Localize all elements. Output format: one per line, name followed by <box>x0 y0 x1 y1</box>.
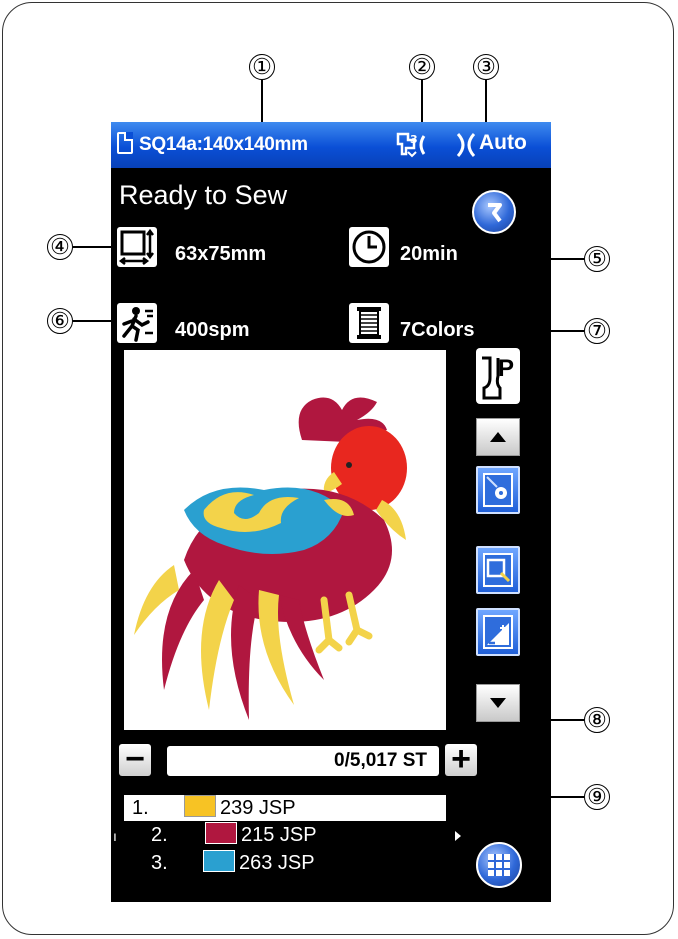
title-bar: SQ14a:140x140mm 3 Auto <box>111 122 551 168</box>
callout-9: ⑨ <box>584 784 610 810</box>
stitch-back-button[interactable]: − <box>119 742 151 776</box>
scroll-right-icon[interactable] <box>455 831 461 841</box>
callout-7: ⑦ <box>584 318 610 344</box>
thread-tension-icon <box>456 132 476 158</box>
color-swatch <box>184 795 216 817</box>
design-size-icon <box>117 227 157 267</box>
design-preview[interactable] <box>124 350 446 730</box>
callout-4: ④ <box>47 234 73 260</box>
sewing-time: 20min <box>400 243 458 265</box>
color-code: 215 JSP <box>241 824 317 846</box>
tension-button[interactable] <box>476 608 520 656</box>
arrow-up-icon <box>490 432 506 442</box>
stitch-forward-button[interactable]: + <box>445 742 477 776</box>
color-list-item-1[interactable]: 1. 239 JSP <box>124 795 446 821</box>
tension-icon <box>483 615 513 649</box>
color-index: 3. <box>151 852 168 874</box>
callout-6: ⑥ <box>47 308 73 334</box>
scroll-left-icon[interactable]: ı <box>113 823 151 849</box>
presser-foot-p-icon: P <box>482 355 514 400</box>
scroll-up-button[interactable] <box>476 418 520 456</box>
color-list-item-3[interactable]: 3. 263 JSP <box>111 850 315 876</box>
status-text: Ready to Sew <box>119 180 288 210</box>
scroll-down-button[interactable] <box>476 684 520 722</box>
hoop-icon <box>117 132 133 154</box>
color-swatch <box>203 850 235 872</box>
callout-1: ① <box>249 54 275 80</box>
callout-2: ② <box>409 54 435 80</box>
grid-icon <box>488 854 510 876</box>
return-arrow-icon <box>488 203 502 223</box>
color-code: 239 JSP <box>220 797 296 819</box>
color-list-item-2[interactable]: ı 2. 215 JSP <box>111 822 317 848</box>
color-index: 2. <box>151 824 168 846</box>
stitch-counter: 0/5,017 ST <box>167 746 439 776</box>
color-swatch <box>205 822 237 844</box>
hoop-label[interactable]: SQ14a:140x140mm <box>139 134 308 156</box>
svg-text:P: P <box>498 355 514 382</box>
arrow-down-icon <box>490 698 506 708</box>
color-count: 7Colors <box>400 319 475 341</box>
thread-spool-icon <box>349 303 389 343</box>
auto-label[interactable]: Auto <box>479 131 527 155</box>
svg-text:3: 3 <box>410 133 418 146</box>
bird-embroidery-image <box>134 397 407 720</box>
lcd-screen: SQ14a:140x140mm 3 Auto Ready to Sew 63x7… <box>111 122 551 902</box>
color-index: 1. <box>132 797 149 819</box>
design-size: 63x75mm <box>175 243 267 265</box>
back-button[interactable] <box>472 190 516 234</box>
grid-button[interactable] <box>476 842 522 888</box>
callout-3: ③ <box>473 54 499 80</box>
color-code: 263 JSP <box>239 852 315 874</box>
thread-cut-button[interactable] <box>476 466 520 514</box>
sewing-speed: 400spm <box>175 319 250 341</box>
trace-button[interactable] <box>476 546 520 594</box>
callout-5: ⑤ <box>584 246 610 272</box>
speed-icon <box>117 303 157 343</box>
clock-icon <box>349 227 389 267</box>
presser-foot-icon: 3 <box>396 132 426 158</box>
trace-icon <box>483 553 513 587</box>
callout-8: ⑧ <box>584 707 610 733</box>
presser-foot-p-button[interactable]: P <box>476 348 520 404</box>
thread-cut-icon <box>483 473 513 507</box>
